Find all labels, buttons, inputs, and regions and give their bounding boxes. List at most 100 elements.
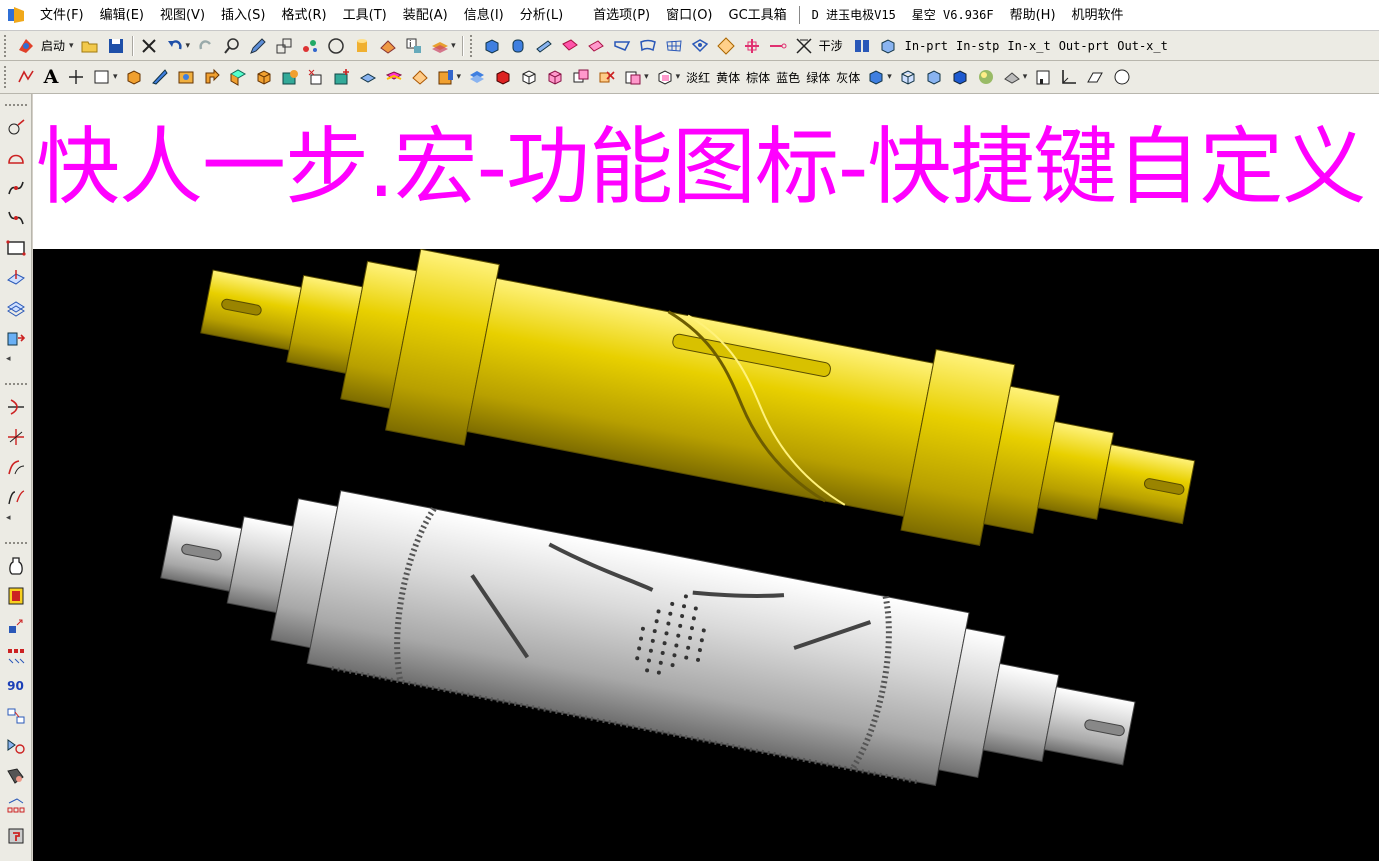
view-corner-button[interactable] (1056, 65, 1082, 89)
feature-btn-13[interactable]: ▾ (433, 65, 465, 89)
left-vase-button[interactable] (3, 551, 29, 581)
color-blue-button[interactable]: 蓝色 (773, 69, 803, 86)
left-extrude-button[interactable] (3, 323, 29, 353)
cube-export-button[interactable] (875, 34, 901, 58)
solid-button[interactable] (947, 65, 973, 89)
feature-btn-9[interactable] (329, 65, 355, 89)
render-button[interactable] (973, 65, 999, 89)
save-button[interactable] (103, 34, 129, 58)
menu-gc-toolbox[interactable]: GC工具箱 (721, 0, 795, 30)
toolbar-grip[interactable] (4, 34, 8, 57)
left-bridge-button[interactable] (3, 452, 29, 482)
color-green-button[interactable]: 绿体 (803, 69, 833, 86)
left-offset-button[interactable] (3, 482, 29, 512)
left-arc-button[interactable] (3, 143, 29, 173)
in-xt-button[interactable]: In-x_t (1003, 39, 1054, 53)
feature-btn-2[interactable] (147, 65, 173, 89)
feature-btn-7[interactable] (277, 65, 303, 89)
feature-btn-1[interactable] (121, 65, 147, 89)
left-sheet-button[interactable] (3, 293, 29, 323)
left-trim-button[interactable] (3, 392, 29, 422)
left-curve-button[interactable] (3, 173, 29, 203)
feature-btn-3[interactable] (173, 65, 199, 89)
feature-btn-18[interactable] (568, 65, 594, 89)
graphics-viewport[interactable] (33, 249, 1379, 861)
feature-btn-21[interactable]: ▾ (652, 65, 684, 89)
rect-button[interactable]: ▾ (89, 65, 121, 89)
undo-button[interactable]: ▾ (162, 34, 194, 58)
left-book-button[interactable] (3, 581, 29, 611)
layer-button[interactable] (349, 34, 375, 58)
more-arrow-icon[interactable]: ◂ (6, 512, 11, 524)
toolbar-grip[interactable] (4, 542, 27, 545)
feature-btn-10[interactable] (355, 65, 381, 89)
wireframe-button[interactable] (895, 65, 921, 89)
menu-format[interactable]: 格式(R) (273, 0, 334, 30)
out-prt-button[interactable]: Out-prt (1055, 39, 1114, 53)
app-logo-icon[interactable] (6, 5, 26, 25)
menu-view[interactable]: 视图(V) (152, 0, 213, 30)
color-brown-button[interactable]: 棕体 (743, 69, 773, 86)
menu-info[interactable]: 信息(I) (456, 0, 512, 30)
through-curves-button[interactable] (635, 34, 661, 58)
left-rotate90-button[interactable]: 90 (3, 671, 29, 701)
open-button[interactable] (77, 34, 103, 58)
menu-analysis[interactable]: 分析(L) (512, 0, 571, 30)
mesh-button[interactable] (557, 34, 583, 58)
feature-btn-11[interactable] (381, 65, 407, 89)
shaded-button[interactable]: ▾ (863, 65, 895, 89)
curve-mesh-button[interactable] (661, 34, 687, 58)
feature-btn-8[interactable] (303, 65, 329, 89)
left-paint-button[interactable] (3, 761, 29, 791)
view-iso-button[interactable] (1082, 65, 1108, 89)
menu-window[interactable]: 窗口(O) (658, 0, 720, 30)
menu-electrode-plugin[interactable]: D 进玉电极V15 (804, 0, 904, 30)
menu-insert[interactable]: 插入(S) (213, 0, 273, 30)
left-marker-button[interactable] (3, 821, 29, 851)
feature-btn-16[interactable] (516, 65, 542, 89)
feature-btn-4[interactable] (199, 65, 225, 89)
toolbar-grip[interactable] (4, 383, 27, 386)
feature-btn-15[interactable] (490, 65, 516, 89)
left-axis-button[interactable] (3, 611, 29, 641)
left-point-button[interactable] (3, 113, 29, 143)
more-arrow-icon[interactable]: ◂ (6, 353, 11, 365)
circle-button[interactable] (323, 34, 349, 58)
feature-btn-20[interactable]: ▾ (620, 65, 652, 89)
sweep-button[interactable] (687, 34, 713, 58)
material-button[interactable]: ▾ (999, 65, 1031, 89)
in-prt-button[interactable]: In-prt (901, 39, 952, 53)
ruled-button[interactable] (609, 34, 635, 58)
close-button[interactable] (136, 34, 162, 58)
left-grid-button[interactable] (3, 791, 29, 821)
gan-she-button[interactable]: 干涉 (791, 34, 849, 58)
toolbar-grip[interactable] (469, 34, 474, 57)
feature-btn-19[interactable] (594, 65, 620, 89)
toolbar-grip[interactable] (4, 66, 8, 88)
color-button[interactable] (375, 34, 401, 58)
toolbar-grip[interactable] (4, 104, 27, 107)
color-gray-button[interactable]: 灰体 (833, 69, 863, 86)
left-copy-button[interactable] (3, 701, 29, 731)
feature-btn-5[interactable] (225, 65, 251, 89)
left-split-button[interactable] (3, 422, 29, 452)
feature-btn-17[interactable] (542, 65, 568, 89)
menu-tools[interactable]: 工具(T) (335, 0, 395, 30)
menu-file[interactable]: 文件(F) (32, 0, 92, 30)
left-curve2-button[interactable] (3, 203, 29, 233)
color-light-red-button[interactable]: 淡红 (683, 69, 713, 86)
redo-button[interactable] (193, 34, 219, 58)
sketch-button[interactable] (13, 65, 39, 89)
feature-btn-12[interactable] (407, 65, 433, 89)
feature-btn-14[interactable] (464, 65, 490, 89)
hidden-edge-button[interactable] (921, 65, 947, 89)
menu-help[interactable]: 帮助(H) (1002, 0, 1064, 30)
start-button[interactable]: 启动 ▾ (13, 34, 77, 58)
snap-button[interactable]: ▾ (427, 34, 459, 58)
color-yellow-button[interactable]: 黄体 (713, 69, 743, 86)
book-button[interactable] (849, 34, 875, 58)
in-stp-button[interactable]: In-stp (952, 39, 1003, 53)
menu-preferences[interactable]: 首选项(P) (585, 0, 658, 30)
menu-xingkong-plugin[interactable]: 星空 V6.936F (904, 0, 1002, 30)
measure-button[interactable] (245, 34, 271, 58)
